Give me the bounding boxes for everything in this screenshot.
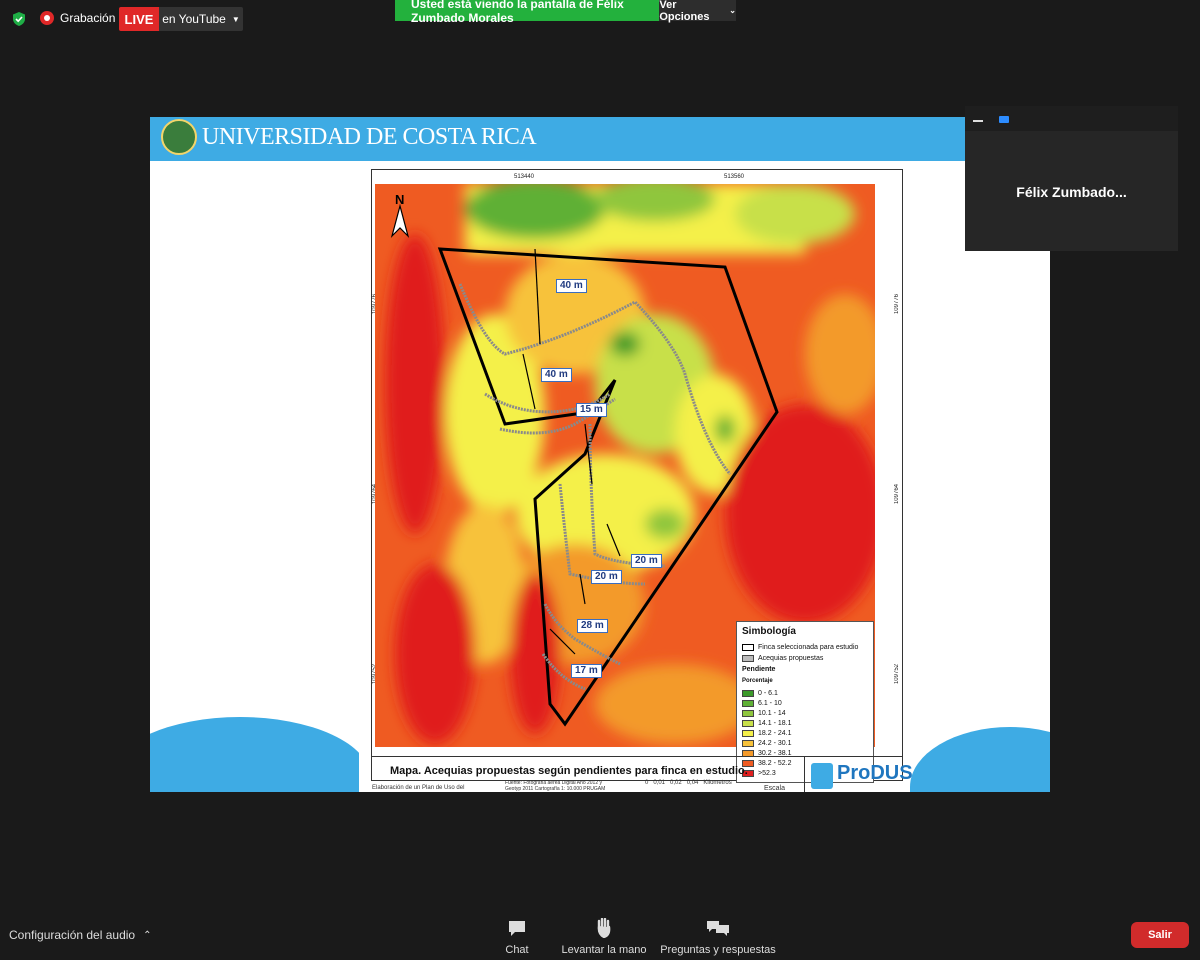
raise-hand-button[interactable]: Levantar la mano	[560, 916, 648, 956]
record-icon	[40, 11, 54, 25]
qa-label: Preguntas y respuestas	[660, 944, 776, 956]
leave-button[interactable]: Salir	[1131, 922, 1189, 948]
legend-class-label: 6.1 - 10	[758, 700, 782, 707]
map-title: Mapa. Acequias propuestas según pendient…	[390, 765, 748, 777]
chat-label: Chat	[505, 944, 529, 956]
distance-label-3: 15 m	[576, 403, 607, 417]
legend-percent-heading: Porcentaje	[742, 678, 773, 684]
legend-swatch	[742, 710, 754, 717]
legend-slope-heading: Pendiente	[742, 666, 776, 673]
expand-icon[interactable]	[999, 116, 1009, 123]
legend-class-label: 0 - 6.1	[758, 690, 778, 697]
map-subtitle: Elaboración de un Plan de Uso del	[372, 785, 465, 791]
legend-class-row: 18.2 - 24.1	[742, 730, 791, 737]
legend-title: Simbología	[742, 626, 796, 637]
distance-label-5: 20 m	[591, 570, 622, 584]
chevron-up-icon: ⌃	[143, 929, 152, 941]
y-tick-right-1: 109776	[894, 294, 900, 315]
screen-share-banner: Usted está viendo la pantalla de Félix Z…	[395, 0, 736, 25]
legend-class-label: 24.2 - 30.1	[758, 740, 792, 747]
ucr-header: UNIVERSIDAD DE COSTA RICA	[150, 117, 1050, 161]
legend-class-row: 14.1 - 18.1	[742, 720, 791, 727]
minimize-icon[interactable]	[973, 120, 983, 122]
ucr-seal-icon	[161, 119, 197, 155]
youtube-stream-button[interactable]: en YouTube ▼	[159, 7, 243, 31]
scale-label: Escala	[764, 785, 786, 792]
shared-screen: UNIVERSIDAD DE COSTA RICA 513440 513560 …	[150, 117, 1050, 792]
svg-text:N: N	[395, 192, 404, 207]
caret-down-icon: ▼	[231, 14, 240, 24]
legend-swatch	[742, 690, 754, 697]
scale-bar: 0 0,01 0,02 0,04 Kilometros	[645, 780, 732, 786]
legend-class-label: 18.2 - 24.1	[758, 730, 792, 737]
distance-label-4: 20 m	[631, 554, 662, 568]
produs-logo: ProDUS	[804, 757, 913, 792]
chat-icon	[503, 916, 531, 938]
legend-class-label: 14.1 - 18.1	[758, 720, 792, 727]
top-bar: Grabación LIVE en YouTube ▼ Usted está v…	[0, 0, 1200, 117]
x-tick-top-2: 513560	[724, 174, 745, 180]
produs-logo-icon	[811, 763, 833, 789]
qa-icon	[660, 916, 776, 938]
legend-swatch	[742, 700, 754, 707]
audio-settings-button[interactable]: Configuración del audio ⌃	[9, 928, 151, 942]
bottom-toolbar: Configuración del audio ⌃ Chat Levantar …	[0, 792, 1200, 960]
legend-class-label: 10.1 - 14	[758, 710, 786, 717]
map-source: Fuente: Fotografía aérea Digital Año 201…	[505, 780, 606, 792]
y-tick-right-2: 109764	[894, 484, 900, 505]
legend-swatch	[742, 720, 754, 727]
self-view-toolbar	[965, 106, 1178, 131]
viewing-message: Usted está viendo la pantalla de Félix Z…	[395, 0, 660, 25]
youtube-label: en YouTube	[162, 12, 226, 26]
decorative-wave-right	[910, 727, 1050, 792]
distance-label-2: 40 m	[541, 368, 572, 382]
distance-label-6: 28 m	[577, 619, 608, 633]
distance-label-7: 17 m	[571, 664, 602, 678]
decorative-wave-left	[150, 717, 370, 792]
live-badge[interactable]: LIVE	[119, 7, 159, 31]
view-options-button[interactable]: Ver Opciones ⌄	[659, 0, 736, 23]
legend-ditch: Acequias propuestas	[742, 655, 823, 662]
legend-swatch	[742, 730, 754, 737]
audio-settings-label: Configuración del audio	[9, 928, 136, 942]
legend-class-row: 24.2 - 30.1	[742, 740, 791, 747]
x-tick-top-1: 513440	[514, 174, 535, 180]
recording-indicator[interactable]: Grabación	[40, 11, 115, 25]
security-shield-icon[interactable]	[11, 11, 27, 27]
map-sheet: 513440 513560 109776 109764 109752 10977…	[359, 164, 907, 792]
legend-class-row: 0 - 6.1	[742, 690, 778, 697]
chevron-down-icon: ⌄	[729, 6, 736, 15]
university-name: UNIVERSIDAD DE COSTA RICA	[202, 124, 537, 150]
y-tick-right-3: 109752	[894, 664, 900, 685]
self-view-panel[interactable]: Félix Zumbado...	[965, 106, 1178, 251]
legend-parcel: Finca seleccionada para estudio	[742, 644, 858, 651]
raise-hand-icon	[560, 916, 648, 938]
chat-button[interactable]: Chat	[503, 916, 531, 956]
distance-label-1: 40 m	[556, 279, 587, 293]
legend-class-row: 6.1 - 10	[742, 700, 782, 707]
raise-hand-label: Levantar la mano	[561, 944, 647, 956]
qa-button[interactable]: Preguntas y respuestas	[660, 916, 776, 956]
participant-name: Félix Zumbado...	[1016, 184, 1127, 200]
recording-label: Grabación	[60, 11, 116, 25]
legend-class-row: 10.1 - 14	[742, 710, 786, 717]
view-options-label: Ver Opciones	[659, 0, 710, 23]
legend-swatch	[742, 740, 754, 747]
